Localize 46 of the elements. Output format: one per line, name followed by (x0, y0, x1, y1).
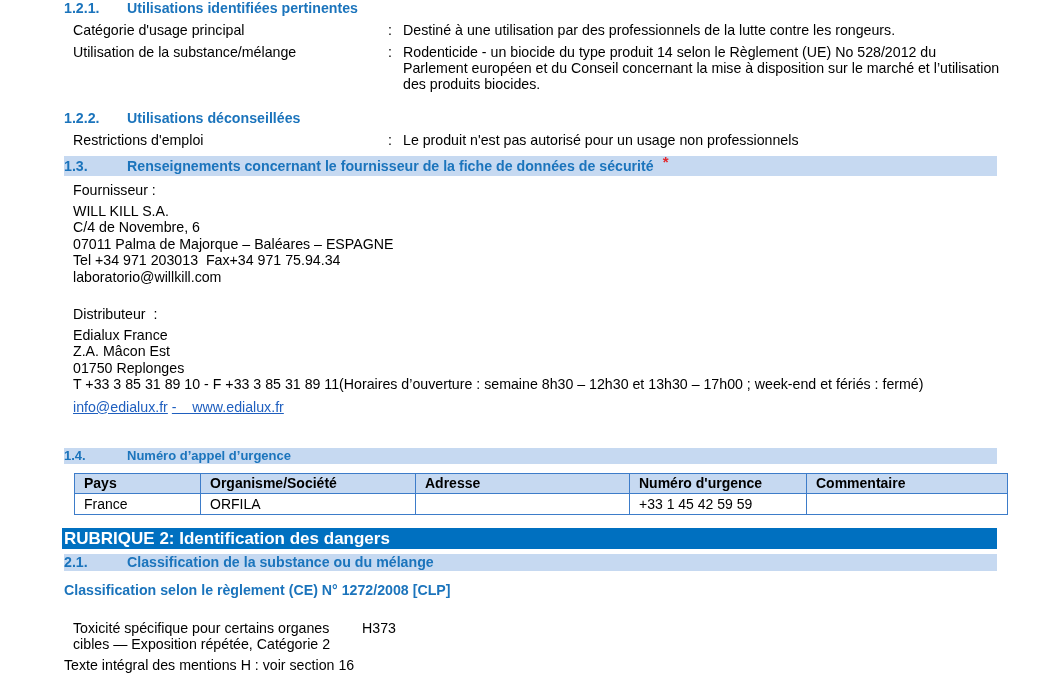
address-line: 07011 Palma de Majorque – Baléares – ESPAGNE (73, 235, 395, 253)
address-line: T +33 3 85 31 89 10 - F +33 3 85 31 89 11(Horaires d’ouverture : semaine 8h30 – 12h30 et 13h30 – 17h00 ; week-end et fériés : fermé) (73, 376, 925, 393)
field-colon: : (388, 44, 393, 62)
address-line: laboratorio@willkill.com (73, 268, 223, 286)
field-colon: : (388, 132, 393, 148)
heading-title: Classification de la substance ou du mélange (127, 554, 434, 571)
hazard-class: Toxicité spécifique pour certains organes cibles — Exposition répétée, Catégorie 2 (73, 619, 332, 652)
field-value: Destiné à une utilisation par des professionnels de la lutte contre les rongeurs. (403, 22, 897, 38)
field-label: Restrictions d'emploi (73, 132, 205, 148)
heading-number: 1.3. (64, 158, 89, 174)
email-link[interactable]: info@edialux.fr (73, 398, 168, 415)
contact-heading: Distributeur : (73, 306, 158, 323)
section-banner: RUBRIQUE 2: Identification des dangers (62, 527, 997, 549)
address-line: Z.A. Mâcon Est (73, 343, 171, 360)
table-cell: +33 1 45 42 59 59 (629, 493, 807, 515)
column-header: Numéro d'urgence (629, 473, 807, 494)
column-header: Adresse (415, 473, 630, 494)
column-header: Commentaire (806, 473, 1008, 494)
address-line: WILL KILL S.A. (73, 203, 170, 220)
footnote-text: Texte intégral des mentions H : voir section 16 (64, 656, 355, 673)
address-line: Tel +34 971 203013 Fax+34 971 75.94.34 (73, 252, 342, 269)
address-line: Edialux France (73, 327, 169, 344)
website-link[interactable]: - www.edialux.fr (171, 398, 284, 415)
field-colon: : (388, 22, 393, 38)
column-header: Organisme/Société (200, 473, 416, 494)
heading-title: Utilisations identifiées pertinentes (127, 0, 358, 16)
contact-heading: Fournisseur : (73, 182, 156, 198)
table-cell: France (74, 493, 201, 515)
table-cell: ORFILA (200, 493, 416, 515)
heading-title: Renseignements concernant le fournisseur de la fiche de données de sécurité (127, 158, 654, 174)
heading-title: Numéro d’appel d’urgence (127, 447, 291, 464)
heading-number: 1.4. (64, 447, 87, 464)
heading-number: 1.2.1. (64, 0, 101, 16)
classification-heading: Classification selon le règlement (CE) N° 1272/2008 [CLP] (64, 581, 451, 598)
field-label: Utilisation de la substance/mélange (73, 44, 298, 62)
address-line: C/4 de Novembre, 6 (73, 219, 201, 236)
field-value: Rodenticide - un biocide du type produit 14 selon le Règlement (UE) No 528/2012 du Parlement européen et du Conseil concernant la mise à disposition sur le marché et l’utilisation des produits biocides. (403, 44, 1001, 92)
column-header: Pays (74, 473, 201, 494)
heading-title: Utilisations déconseillées (127, 110, 301, 126)
hazard-code: H373 (362, 619, 397, 638)
address-line: 01750 Replonges (73, 359, 186, 377)
heading-number: 2.1. (64, 554, 89, 571)
field-value: Le produit n'est pas autorisé pour un usage non professionnels (403, 132, 800, 148)
asterisk-mark: * (662, 154, 669, 170)
heading-number: 1.2.2. (64, 110, 101, 126)
field-label: Catégorie d'usage principal (73, 22, 246, 38)
